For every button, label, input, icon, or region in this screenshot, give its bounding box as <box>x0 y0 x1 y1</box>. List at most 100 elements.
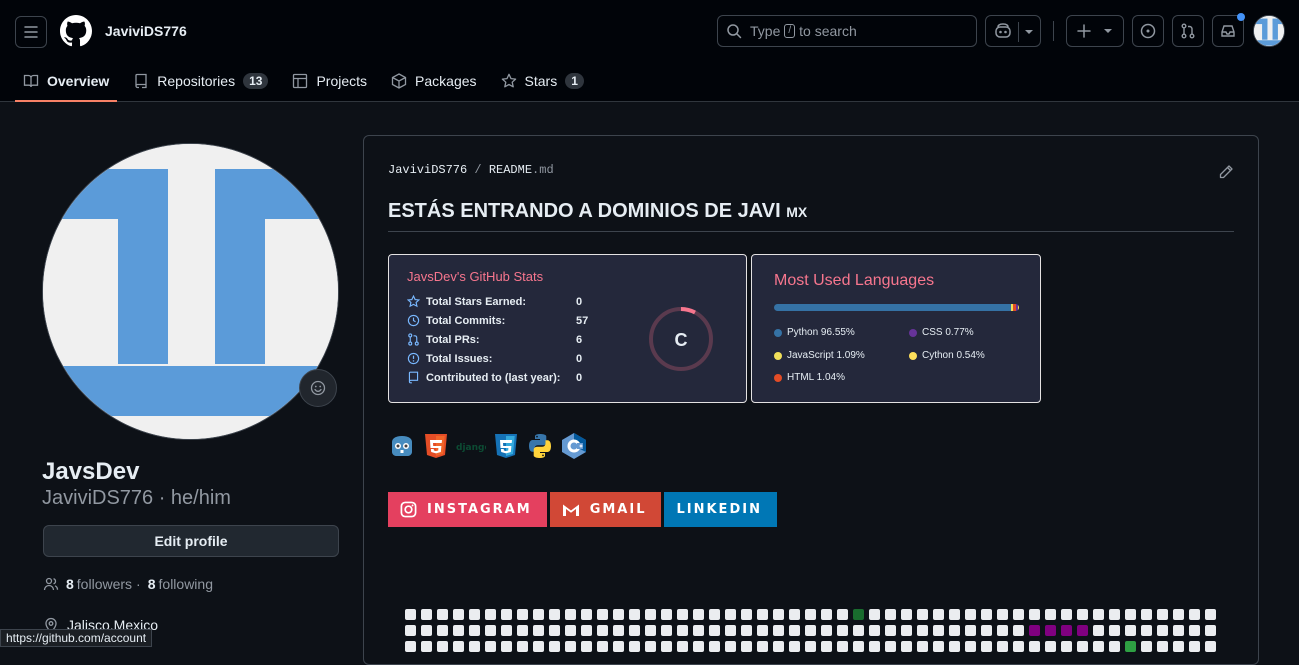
contribution-cell <box>837 609 848 620</box>
set-status-button[interactable] <box>299 369 337 407</box>
contribution-cell <box>1029 625 1040 636</box>
c-icon[interactable] <box>560 432 588 460</box>
gmail-badge[interactable]: GMAIL <box>549 492 662 527</box>
stat-value: 57 <box>576 314 589 327</box>
python-icon[interactable] <box>526 432 554 460</box>
flag-mx: MX <box>786 204 808 220</box>
lang-color-dot <box>774 373 782 382</box>
notification-indicator <box>1237 13 1245 21</box>
followers-count[interactable]: 8 <box>66 576 74 592</box>
stat-row: Total Commits: 57 <box>407 314 606 327</box>
edit-profile-button[interactable]: Edit profile <box>43 525 339 557</box>
readme-owner[interactable]: JaviviDS776 <box>388 163 467 177</box>
issue-icon <box>407 352 420 365</box>
pull-requests-button[interactable] <box>1172 15 1204 47</box>
stats-card-title: JavsDev's GitHub Stats <box>407 269 544 284</box>
tab-stars[interactable]: Stars 1 <box>493 60 592 102</box>
top-bar: JaviviDS776 Type / to search Overview Re… <box>0 0 1299 102</box>
star-icon <box>407 295 420 308</box>
tab-label: Overview <box>47 73 110 89</box>
issues-button[interactable] <box>1132 15 1164 47</box>
contribution-cell <box>1109 609 1120 620</box>
lang-color-dot <box>774 328 782 337</box>
instagram-badge[interactable]: INSTAGRAM <box>388 492 547 527</box>
badge-label: INSTAGRAM <box>427 502 532 517</box>
readme-path: JaviviDS776 / README.md <box>388 163 554 177</box>
django-icon[interactable]: django <box>456 432 486 460</box>
contribution-cell <box>773 625 784 636</box>
contribution-cell <box>421 609 432 620</box>
tab-label: Projects <box>316 73 368 89</box>
contribution-cell <box>501 609 512 620</box>
pull-request-icon <box>408 333 419 346</box>
book-icon <box>23 74 39 88</box>
contribution-cell <box>709 609 720 620</box>
contribution-cell <box>885 609 896 620</box>
contribution-cell <box>453 609 464 620</box>
contribution-cell <box>917 609 928 620</box>
contribution-cell <box>1189 625 1200 636</box>
hamburger-icon <box>24 26 38 38</box>
contribution-cell <box>789 625 800 636</box>
contribution-cell <box>469 625 480 636</box>
search-input[interactable]: Type / to search <box>717 15 977 47</box>
tab-packages[interactable]: Packages <box>383 60 484 102</box>
user-avatar-menu[interactable] <box>1253 15 1285 47</box>
profile-tabs: Overview Repositories 13 Projects Packag… <box>15 60 600 102</box>
profile-avatar[interactable] <box>42 143 339 440</box>
tab-overview[interactable]: Overview <box>15 60 118 102</box>
github-logo-icon[interactable] <box>60 15 92 47</box>
contribution-cell <box>757 625 768 636</box>
contribution-cell <box>981 625 992 636</box>
css3-icon[interactable] <box>492 432 520 460</box>
stat-value: 0 <box>576 352 583 365</box>
contribution-cell <box>741 625 752 636</box>
contribution-cell <box>517 625 528 636</box>
contribution-cell <box>581 625 592 636</box>
profile-display-name: JavsDev <box>42 458 140 485</box>
godot-icon[interactable] <box>388 432 416 460</box>
top-languages-card[interactable]: Most Used Languages Python 96.55% CSS 0.… <box>751 254 1041 403</box>
lang-label: JavaScript 1.09% <box>787 350 865 361</box>
contribution-cell <box>1061 625 1072 636</box>
grade-letter: C <box>675 330 688 350</box>
contribution-cell <box>645 609 656 620</box>
contribution-cell <box>661 609 672 620</box>
contribution-cell <box>853 609 864 620</box>
linkedin-badge[interactable]: LINKEDIN <box>664 492 777 527</box>
contribution-cell <box>773 609 784 620</box>
following-label[interactable]: following <box>159 576 213 592</box>
status-bar-url: https://github.com/account <box>0 629 153 647</box>
plus-icon <box>1077 24 1091 38</box>
contribution-cell <box>933 609 944 620</box>
stars-count-badge: 1 <box>565 73 584 89</box>
github-stats-card[interactable]: JavsDev's GitHub Stats Total Stars Earne… <box>388 254 747 403</box>
contribution-cell <box>1141 625 1152 636</box>
contribution-cell <box>549 609 560 620</box>
contribution-cell <box>821 625 832 636</box>
header-username[interactable]: JaviviDS776 <box>105 23 187 39</box>
tab-repositories[interactable]: Repositories 13 <box>125 60 276 102</box>
following-count[interactable]: 8 <box>148 576 156 592</box>
contribution-cell <box>965 609 976 620</box>
stat-row: Total Issues: 0 <box>407 352 606 365</box>
contribution-cell <box>869 625 880 636</box>
html5-icon[interactable] <box>422 432 450 460</box>
pencil-icon[interactable] <box>1218 164 1234 180</box>
create-new-button[interactable] <box>1066 15 1124 47</box>
chevron-down-icon[interactable] <box>1024 27 1034 37</box>
stat-label: Contributed to (last year): <box>426 371 561 384</box>
tab-label: Repositories <box>157 73 236 89</box>
contribution-cell <box>405 609 416 620</box>
contribution-cell <box>485 625 496 636</box>
followers-label[interactable]: followers <box>77 576 132 592</box>
contribution-cell <box>741 609 752 620</box>
grade-ring: C <box>649 307 713 371</box>
contribution-cell <box>693 625 704 636</box>
contribution-cell <box>613 625 624 636</box>
copilot-button[interactable] <box>985 15 1041 47</box>
tab-projects[interactable]: Projects <box>284 60 375 102</box>
stat-value: 6 <box>576 333 583 346</box>
menu-button[interactable] <box>15 16 47 48</box>
lang-card-title: Most Used Languages <box>774 272 935 289</box>
